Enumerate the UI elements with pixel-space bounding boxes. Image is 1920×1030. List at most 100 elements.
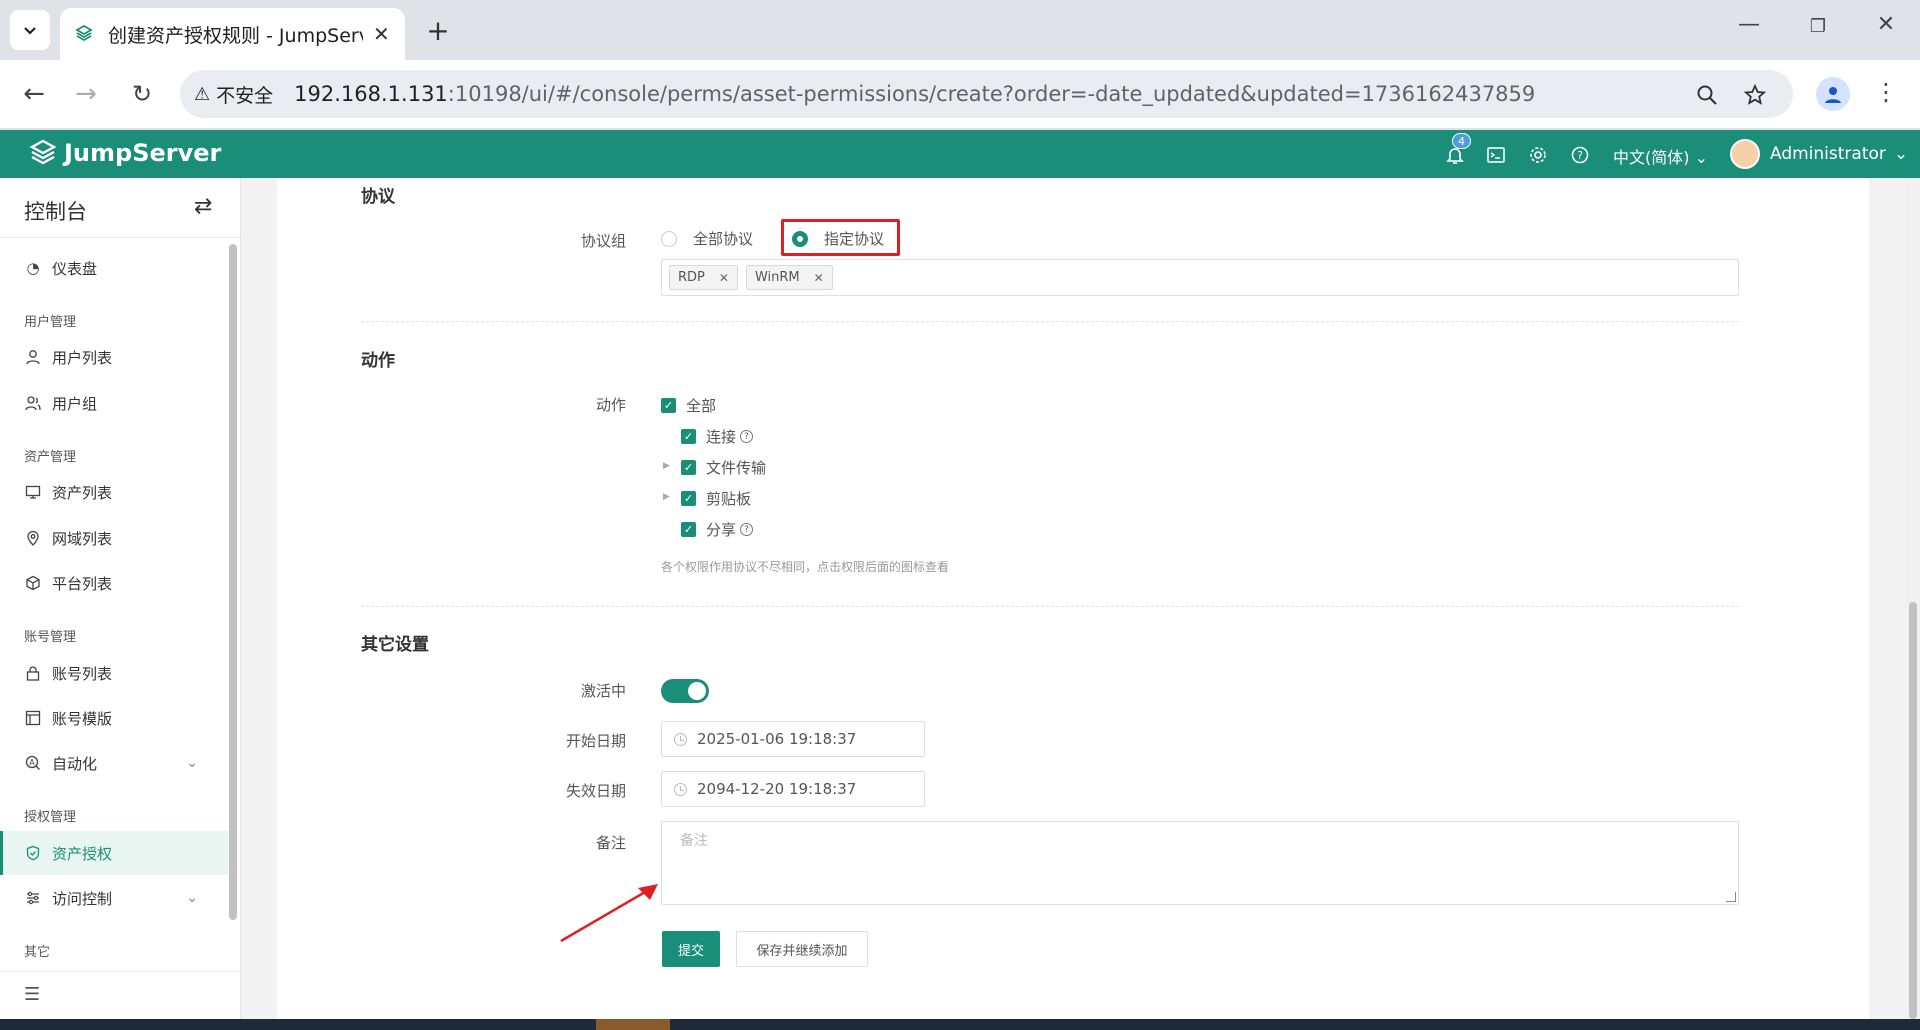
radio-label: 全部协议 [693, 230, 754, 248]
checkbox-checked-icon: ✓ [681, 522, 696, 537]
checkbox-all[interactable]: ✓ 全部 [661, 395, 716, 416]
comment-placeholder: 备注 [680, 833, 708, 849]
taskbar-app[interactable] [596, 1019, 670, 1030]
red-arrow-annotation [560, 884, 658, 942]
form: 协议 协议组 全部协议 指定协议 RDP ✕ WinRM ✕ 动作 动作 ✓ 全部 ✓… [0, 178, 1905, 1019]
highlight-box [781, 219, 900, 256]
reload-button[interactable]: ↻ [124, 78, 160, 110]
close-tab-icon[interactable]: ✕ [373, 22, 390, 46]
bookmark-star-icon[interactable] [1740, 80, 1770, 110]
divider [361, 606, 1739, 607]
tag-close-icon[interactable]: ✕ [814, 271, 824, 285]
start-date-label: 开始日期 [565, 732, 626, 750]
tag-close-icon[interactable]: ✕ [719, 271, 729, 285]
help-icon[interactable]: ? [1568, 143, 1592, 167]
gear-icon[interactable] [1526, 143, 1550, 167]
user-avatar [1730, 139, 1760, 169]
comment-textarea[interactable]: 备注 [661, 821, 1739, 905]
section-title-protocol: 协议 [361, 187, 395, 207]
end-date-input[interactable]: 2094-12-20 19:18:37 [661, 771, 925, 807]
security-label: 不安全 [216, 84, 274, 107]
checkbox-checked-icon: ✓ [681, 491, 696, 506]
radio-circle [661, 230, 677, 247]
warning-icon: ⚠ [194, 83, 211, 105]
chevron-down-icon: ⌄ [1694, 148, 1708, 167]
notification-badge: 4 [1452, 133, 1471, 149]
back-button[interactable]: ← [16, 78, 52, 110]
checkbox-file-transfer[interactable]: ✓ 文件传输 [681, 457, 766, 478]
browser-menu-icon[interactable]: ⋮ [1874, 78, 1898, 106]
user-name: Administrator [1770, 144, 1886, 164]
action-hint: 各个权限作用协议不尽相同，点击权限后面的图标查看 [661, 560, 950, 574]
terminal-icon[interactable] [1484, 143, 1508, 167]
comment-label: 备注 [595, 834, 626, 852]
protocol-tag: RDP ✕ [669, 265, 738, 290]
expand-triangle-icon[interactable]: ▶ [663, 492, 670, 502]
brand-logo[interactable]: JumpServer [28, 138, 221, 168]
expand-triangle-icon[interactable]: ▶ [663, 461, 670, 471]
checkbox-clipboard[interactable]: ✓ 剪贴板 [681, 488, 751, 509]
url-host: 192.168.1.131 [294, 82, 448, 106]
profile-avatar-icon[interactable] [1816, 77, 1850, 111]
checkbox-label: 连接 [706, 428, 737, 446]
submit-button[interactable]: 提交 [662, 931, 720, 967]
chevron-down-icon [24, 27, 36, 35]
protocol-group-label: 协议组 [580, 232, 626, 250]
taskbar [0, 1019, 1920, 1030]
address-bar-row: ← → ↻ ⚠ 不安全 192.168.1.131:10198/ui/#/con… [0, 60, 1920, 128]
minimize-icon[interactable]: — [1729, 12, 1769, 37]
radio-all-protocols[interactable]: 全部协议 [661, 228, 753, 249]
section-title-other: 其它设置 [361, 635, 429, 655]
checkbox-label: 全部 [686, 397, 717, 415]
action-label: 动作 [595, 396, 626, 414]
help-icon[interactable]: ? [740, 430, 754, 443]
browser-tab[interactable]: 创建资产授权规则 - JumpServer ✕ [60, 8, 405, 60]
protocol-tags-input[interactable]: RDP ✕ WinRM ✕ [661, 259, 1739, 296]
page-scrollbar[interactable] [1905, 178, 1920, 1019]
svg-text:?: ? [1577, 149, 1583, 162]
jumpserver-logo-icon [29, 139, 57, 165]
new-tab-button[interactable]: + [422, 14, 454, 47]
chevron-down-icon: ⌄ [1893, 144, 1909, 164]
zoom-icon[interactable] [1692, 80, 1722, 110]
checkbox-connect[interactable]: ✓ 连接? [681, 426, 754, 447]
checkbox-share[interactable]: ✓ 分享? [681, 519, 754, 540]
omnibox[interactable]: ⚠ 不安全 192.168.1.131:10198/ui/#/console/p… [180, 70, 1793, 118]
language-selector[interactable]: 中文(简体) ⌄ [1613, 144, 1708, 168]
url-path: :10198/ui/#/console/perms/asset-permissi… [447, 82, 1536, 106]
url-text[interactable]: 192.168.1.131:10198/ui/#/console/perms/a… [294, 82, 1535, 106]
jumpserver-favicon-icon [75, 24, 93, 42]
tag-label: RDP [678, 270, 705, 285]
clock-icon [674, 782, 687, 796]
user-menu[interactable]: Administrator ⌄ [1730, 139, 1908, 169]
scrollbar-thumb[interactable] [1909, 602, 1917, 1019]
start-date-input[interactable]: 2025-01-06 19:18:37 [661, 721, 925, 757]
checkbox-label: 分享 [706, 521, 737, 539]
end-date-label: 失效日期 [565, 782, 626, 800]
end-date-value: 2094-12-20 19:18:37 [697, 780, 857, 798]
checkbox-label: 文件传输 [706, 459, 767, 477]
active-toggle[interactable] [661, 679, 709, 703]
resize-handle-icon[interactable] [1726, 892, 1736, 902]
window-close-icon[interactable]: ✕ [1866, 12, 1906, 37]
start-date-value: 2025-01-06 19:18:37 [697, 730, 857, 748]
section-title-action: 动作 [361, 351, 395, 371]
app-header: JumpServer 4 ? 中文(简体) ⌄ Administrator ⌄ [0, 130, 1920, 178]
save-and-continue-button[interactable]: 保存并继续添加 [736, 931, 868, 967]
restore-icon[interactable]: ❐ [1798, 16, 1838, 37]
checkbox-checked-icon: ✓ [681, 429, 696, 444]
clock-icon [674, 732, 687, 746]
tab-title: 创建资产授权规则 - JumpServer [108, 24, 363, 47]
forward-button[interactable]: → [68, 78, 104, 110]
browser-tab-strip: 创建资产授权规则 - JumpServer ✕ + — ❐ ✕ [0, 0, 1920, 60]
checkbox-checked-icon: ✓ [681, 460, 696, 475]
site-security-chip[interactable]: ⚠ 不安全 [194, 81, 288, 108]
divider [361, 321, 1739, 322]
active-label: 激活中 [580, 682, 626, 700]
language-label: 中文(简体) [1613, 148, 1690, 167]
tab-search-button[interactable] [10, 10, 50, 50]
checkbox-checked-icon: ✓ [661, 398, 676, 413]
checkbox-label: 剪贴板 [706, 490, 752, 508]
help-icon[interactable]: ? [740, 523, 754, 536]
brand-name: JumpServer [64, 139, 222, 167]
